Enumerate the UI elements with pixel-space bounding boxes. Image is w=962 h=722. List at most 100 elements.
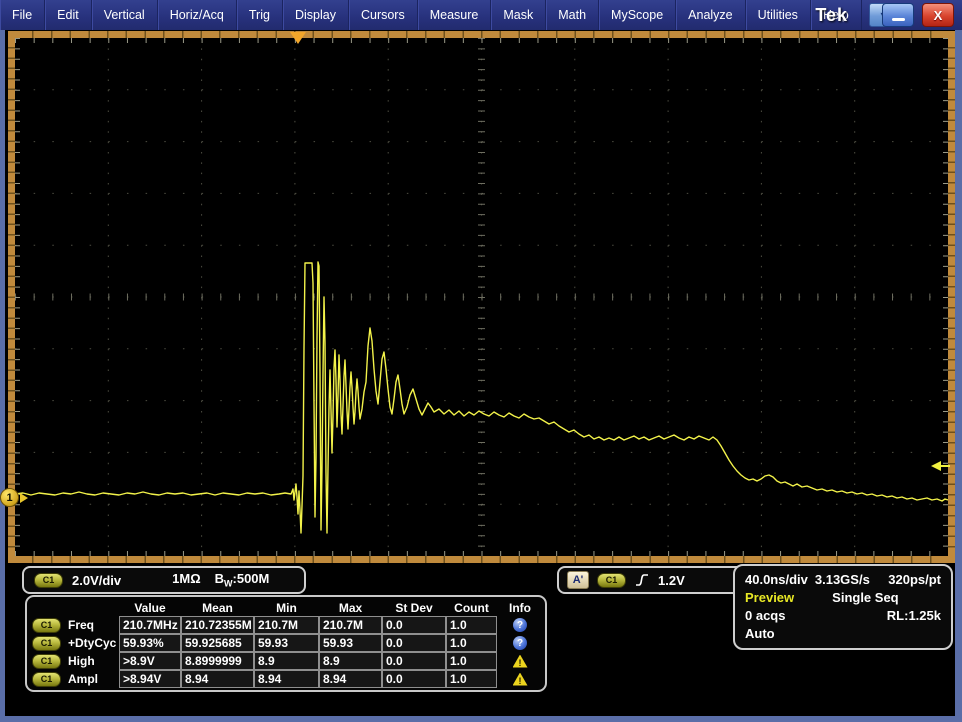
meas-cell: 8.8999999 bbox=[181, 652, 254, 670]
trigger-mode: Auto bbox=[745, 626, 775, 641]
meas-cell: 8.9 bbox=[319, 652, 382, 670]
menu-cursors[interactable]: Cursors bbox=[349, 0, 418, 30]
menu-measure[interactable]: Measure bbox=[418, 0, 492, 30]
minimize-button[interactable] bbox=[882, 3, 914, 27]
menu-myscope[interactable]: MyScope bbox=[599, 0, 676, 30]
graticule-ticks-left bbox=[8, 38, 15, 556]
waveform-display[interactable] bbox=[8, 31, 955, 563]
meas-cell: 0.0 bbox=[382, 670, 446, 688]
channel1-label-badge: C1 bbox=[32, 636, 61, 651]
measurement-panel[interactable]: Value Mean Min Max St Dev Count Info C1 … bbox=[25, 595, 547, 692]
rising-edge-icon bbox=[634, 572, 650, 588]
meas-cell: 8.94 bbox=[181, 670, 254, 688]
meas-cell: >8.94V bbox=[119, 670, 181, 688]
col-header-count: Count bbox=[446, 598, 497, 618]
trigger-level-arrow[interactable] bbox=[931, 461, 950, 471]
meas-cell: 1.0 bbox=[446, 634, 497, 652]
menu-mask[interactable]: Mask bbox=[491, 0, 546, 30]
meas-cell: 1.0 bbox=[446, 670, 497, 688]
meas-cell: 59.93 bbox=[319, 634, 382, 652]
window-frame-right bbox=[955, 30, 962, 722]
info-icon: ? bbox=[513, 618, 527, 632]
preview-status: Preview bbox=[745, 590, 794, 605]
menu-display[interactable]: Display bbox=[283, 0, 349, 30]
meas-row-label: C1 Ampl bbox=[27, 670, 119, 688]
waveform-plot bbox=[15, 38, 948, 556]
meas-cell: 0.0 bbox=[382, 616, 446, 634]
window-frame-left bbox=[0, 30, 5, 722]
sample-rate: 3.13GS/s bbox=[815, 572, 870, 587]
channel1-reference-marker[interactable]: 1 bbox=[0, 488, 28, 507]
arrow-tail bbox=[941, 465, 950, 467]
info-icon: ? bbox=[513, 636, 527, 650]
meas-cell: 0.0 bbox=[382, 634, 446, 652]
graticule-ticks-bottom bbox=[15, 556, 948, 563]
graticule-ticks-right bbox=[948, 38, 955, 556]
oscilloscope-screen: File Edit Vertical Horiz/Acq Trig Displa… bbox=[0, 0, 962, 722]
meas-info-cell: ! bbox=[497, 670, 543, 688]
menu-edit[interactable]: Edit bbox=[45, 0, 92, 30]
trigger-position-marker[interactable] bbox=[290, 32, 306, 44]
acquisition-mode: Single Seq bbox=[832, 590, 898, 605]
meas-info-cell: ? bbox=[497, 634, 543, 652]
acquisition-readout[interactable]: 40.0ns/div 3.13GS/s 320ps/pt Preview Sin… bbox=[733, 564, 953, 650]
meas-cell: >8.9V bbox=[119, 652, 181, 670]
meas-cell: 210.7M bbox=[254, 616, 319, 634]
meas-cell: 1.0 bbox=[446, 652, 497, 670]
warning-icon: ! bbox=[513, 655, 528, 668]
col-header-min: Min bbox=[254, 598, 319, 618]
record-length: RL:1.25k bbox=[887, 608, 941, 623]
channel1-label-badge: C1 bbox=[32, 672, 61, 687]
col-header-max: Max bbox=[319, 598, 382, 618]
trigger-mode-row: Auto bbox=[745, 624, 941, 642]
meas-cell: 59.93% bbox=[119, 634, 181, 652]
channel1-label-badge: C1 bbox=[34, 573, 63, 588]
acquisition-count: 0 acqs bbox=[745, 608, 785, 623]
meas-cell: 8.94 bbox=[254, 670, 319, 688]
meas-cell: 0.0 bbox=[382, 652, 446, 670]
trigger-readout[interactable]: A' C1 1.2V bbox=[557, 566, 747, 594]
resolution: 320ps/pt bbox=[888, 572, 941, 587]
meas-cell: 8.94 bbox=[319, 670, 382, 688]
menu-horiz-acq[interactable]: Horiz/Acq bbox=[158, 0, 237, 30]
left-arrow-icon bbox=[931, 461, 941, 471]
col-header-stdev: St Dev bbox=[382, 598, 446, 618]
menu-trig[interactable]: Trig bbox=[237, 0, 283, 30]
main-menu: File Edit Vertical Horiz/Acq Trig Displa… bbox=[0, 0, 862, 30]
close-icon: X bbox=[934, 8, 943, 23]
meas-cell: 210.7M bbox=[319, 616, 382, 634]
channel1-readout[interactable]: C1 2.0V/div 1MΩ BW:500M bbox=[22, 566, 306, 594]
corner-cell bbox=[27, 598, 119, 618]
channel1-badge: 1 bbox=[0, 488, 19, 507]
acqs-row: 0 acqs RL:1.25k bbox=[745, 607, 941, 625]
menu-bar: File Edit Vertical Horiz/Acq Trig Displa… bbox=[0, 0, 962, 30]
channel1-label-badge: C1 bbox=[32, 654, 61, 669]
trigger-source-badge: C1 bbox=[597, 573, 626, 588]
menu-math[interactable]: Math bbox=[546, 0, 599, 30]
meas-cell: 210.72355M bbox=[181, 616, 254, 634]
graticule-ticks-top bbox=[15, 31, 948, 38]
channel1-label-badge: C1 bbox=[32, 618, 61, 633]
meas-row-label: C1 +DtyCyc bbox=[27, 634, 119, 652]
meas-info-cell: ! bbox=[497, 652, 543, 670]
meas-cell: 210.7MHz bbox=[119, 616, 181, 634]
meas-cell: 59.925685 bbox=[181, 634, 254, 652]
meas-info-cell: ? bbox=[497, 616, 543, 634]
trigger-level-value: 1.2V bbox=[658, 573, 685, 588]
menu-vertical[interactable]: Vertical bbox=[92, 0, 158, 30]
close-button[interactable]: X bbox=[922, 3, 954, 27]
timebase-value: 40.0ns/div bbox=[745, 572, 808, 587]
menu-utilities[interactable]: Utilities bbox=[746, 0, 811, 30]
meas-row-label: C1 Freq bbox=[27, 616, 119, 634]
vertical-scale: 2.0V/div bbox=[72, 573, 121, 588]
preview-row: Preview Single Seq bbox=[745, 589, 941, 607]
meas-cell: 8.9 bbox=[254, 652, 319, 670]
minimize-icon bbox=[892, 18, 905, 21]
window-frame-bottom bbox=[0, 716, 962, 722]
menu-analyze[interactable]: Analyze bbox=[676, 0, 745, 30]
col-header-info: Info bbox=[497, 598, 543, 618]
trigger-a-badge: A' bbox=[567, 571, 589, 589]
menu-file[interactable]: File bbox=[0, 0, 45, 30]
channel1-arrow-icon bbox=[20, 493, 28, 503]
bandwidth-limit: BW:500M bbox=[215, 571, 270, 589]
